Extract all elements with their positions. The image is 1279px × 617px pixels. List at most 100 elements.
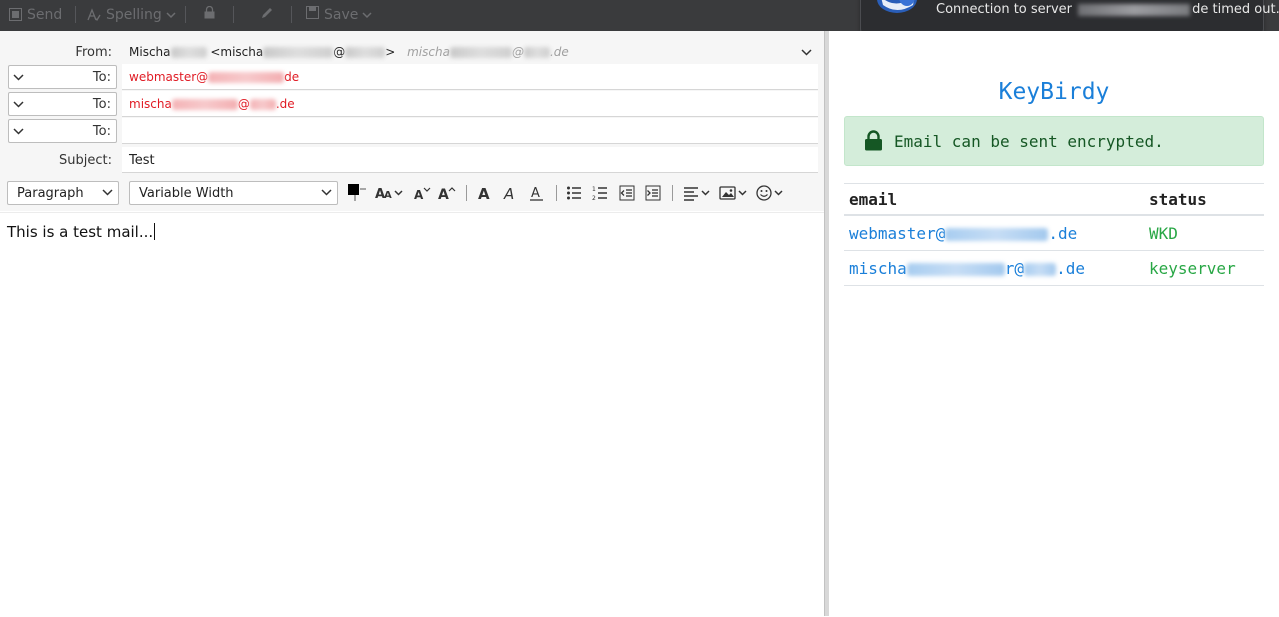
insert-emoji-menu-button[interactable] (756, 185, 786, 205)
column-header-email: email (844, 183, 1144, 216)
save-icon (306, 6, 319, 23)
send-button[interactable]: Send (9, 0, 62, 29)
chevron-down-icon (13, 70, 24, 85)
increase-indent-button[interactable] (645, 185, 661, 205)
chevron-down-icon (362, 7, 372, 23)
toolbar-separator (75, 6, 76, 23)
from-identity-at: @ (511, 45, 524, 59)
font-size-menu-button[interactable]: AA (375, 185, 405, 205)
from-identity-name: mischa (407, 45, 450, 59)
from-identity-tld: .de (549, 45, 569, 59)
from-address-suffix: > (385, 45, 396, 59)
recipient-email-suffix: .de (1048, 224, 1078, 243)
bold-button[interactable]: A (477, 185, 493, 205)
message-body-editor[interactable]: This is a test mail... (0, 212, 824, 617)
toolbar-separator (466, 185, 467, 201)
numbered-list-icon: 12 (592, 186, 607, 202)
svg-text:A: A (438, 187, 449, 201)
recipient-row: To: mischa @ .de (0, 91, 824, 117)
redacted-text (263, 47, 334, 58)
align-left-icon (684, 187, 710, 201)
increase-font-size-icon: A (438, 187, 456, 203)
toolbar-separator (291, 6, 292, 23)
italic-button[interactable]: A (503, 185, 519, 205)
recipient-address: webmaster@ de (129, 70, 299, 84)
compose-window: From: Mischa <mischa @ > mischa @ .de To: we… (0, 31, 824, 617)
save-dropdown[interactable] (362, 0, 372, 29)
decrease-font-size-icon: A (414, 187, 431, 202)
decrease-font-size-button[interactable]: A (413, 185, 431, 205)
subject-label: Subject: (59, 153, 112, 168)
underline-icon: A (530, 186, 543, 201)
recipient-email-mid: r@ (1004, 259, 1025, 278)
send-label: Send (27, 6, 63, 23)
recipient-address-suffix: .de (275, 97, 295, 111)
recipient-type-label: To: (92, 97, 111, 112)
send-icon (9, 8, 22, 21)
pencil-icon (260, 6, 274, 24)
from-identity: mischa @ .de (407, 45, 569, 59)
connection-timeout-notification[interactable]: Connection to server de timed out. (860, 0, 1279, 35)
recipient-key-table: email status webmaster@ .de WKD mischa r@.… (844, 183, 1264, 286)
underline-button[interactable]: A (529, 185, 545, 205)
recipient-address-prefix: mischa (129, 97, 172, 111)
recipient-type-label: To: (92, 124, 111, 139)
redacted-text (208, 72, 285, 83)
redacted-text (249, 99, 276, 110)
keybirdy-sidebar: KeyBirdy Email can be sent encrypted. em… (829, 31, 1279, 616)
font-select[interactable]: Variable Width (129, 181, 338, 205)
from-row: From: Mischa <mischa @ > mischa @ .de (0, 39, 824, 65)
text-color-button[interactable] (347, 183, 369, 207)
chevron-down-icon (321, 189, 332, 196)
image-icon (719, 186, 747, 200)
svg-text:2: 2 (592, 195, 596, 201)
recipient-email-prefix: mischa (849, 259, 907, 278)
lock-icon (864, 130, 883, 155)
redacted-text (906, 263, 1005, 276)
encryption-status-text: Email can be sent encrypted. (894, 132, 1164, 151)
subject-input[interactable]: Test (122, 147, 818, 173)
svg-text:A: A (384, 190, 392, 201)
paragraph-format-value: Paragraph (17, 186, 84, 201)
recipient-email-cell: mischa r@ .de (844, 250, 1144, 286)
decrease-indent-button[interactable] (619, 185, 635, 205)
redacted-text (171, 99, 238, 110)
recipient-email-suffix: .de (1056, 259, 1085, 278)
recipient-type-select[interactable]: To: (8, 65, 117, 89)
table-row: webmaster@ .de WKD (844, 215, 1264, 251)
redacted-text (523, 47, 550, 58)
attach-button[interactable] (260, 0, 274, 29)
from-select[interactable]: Mischa <mischa @ > mischa @ .de (122, 39, 818, 65)
toolbar-separator (556, 185, 557, 201)
recipient-field[interactable]: mischa @ .de (122, 91, 818, 117)
from-address-prefix: <mischa (210, 45, 264, 59)
spelling-dropdown[interactable] (166, 0, 176, 29)
numbered-list-button[interactable]: 12 (592, 185, 608, 205)
spelling-button[interactable]: Spelling (87, 0, 162, 29)
save-button[interactable]: Save (306, 0, 358, 29)
recipient-address-at: @ (237, 97, 250, 111)
text-color-icon (348, 184, 366, 201)
recipient-field[interactable]: webmaster@ de (122, 64, 818, 90)
chevron-down-icon (13, 124, 24, 139)
paragraph-format-select[interactable]: Paragraph (7, 181, 119, 205)
bulleted-list-button[interactable] (566, 185, 582, 205)
chevron-down-icon (166, 7, 176, 23)
text-caret (154, 223, 156, 240)
table-row: mischa r@ .de keyserver (844, 250, 1264, 286)
from-address-at: @ (333, 45, 346, 59)
recipient-field-empty[interactable] (122, 118, 818, 144)
recipient-type-select[interactable]: To: (8, 119, 117, 143)
toolbar-separator (233, 6, 234, 23)
security-button[interactable] (204, 0, 215, 29)
insert-image-menu-button[interactable] (719, 185, 749, 205)
notification-text-suffix: de timed out. (1192, 2, 1279, 17)
table-header-row: email status (844, 183, 1264, 216)
alignment-menu-button[interactable] (683, 185, 711, 205)
recipient-type-select[interactable]: To: (8, 92, 117, 116)
chevron-down-icon (801, 45, 812, 59)
key-status-cell: keyserver (1144, 250, 1264, 286)
indent-icon (645, 185, 661, 201)
redacted-server-name (1078, 3, 1191, 16)
increase-font-size-button[interactable]: A (438, 185, 456, 205)
